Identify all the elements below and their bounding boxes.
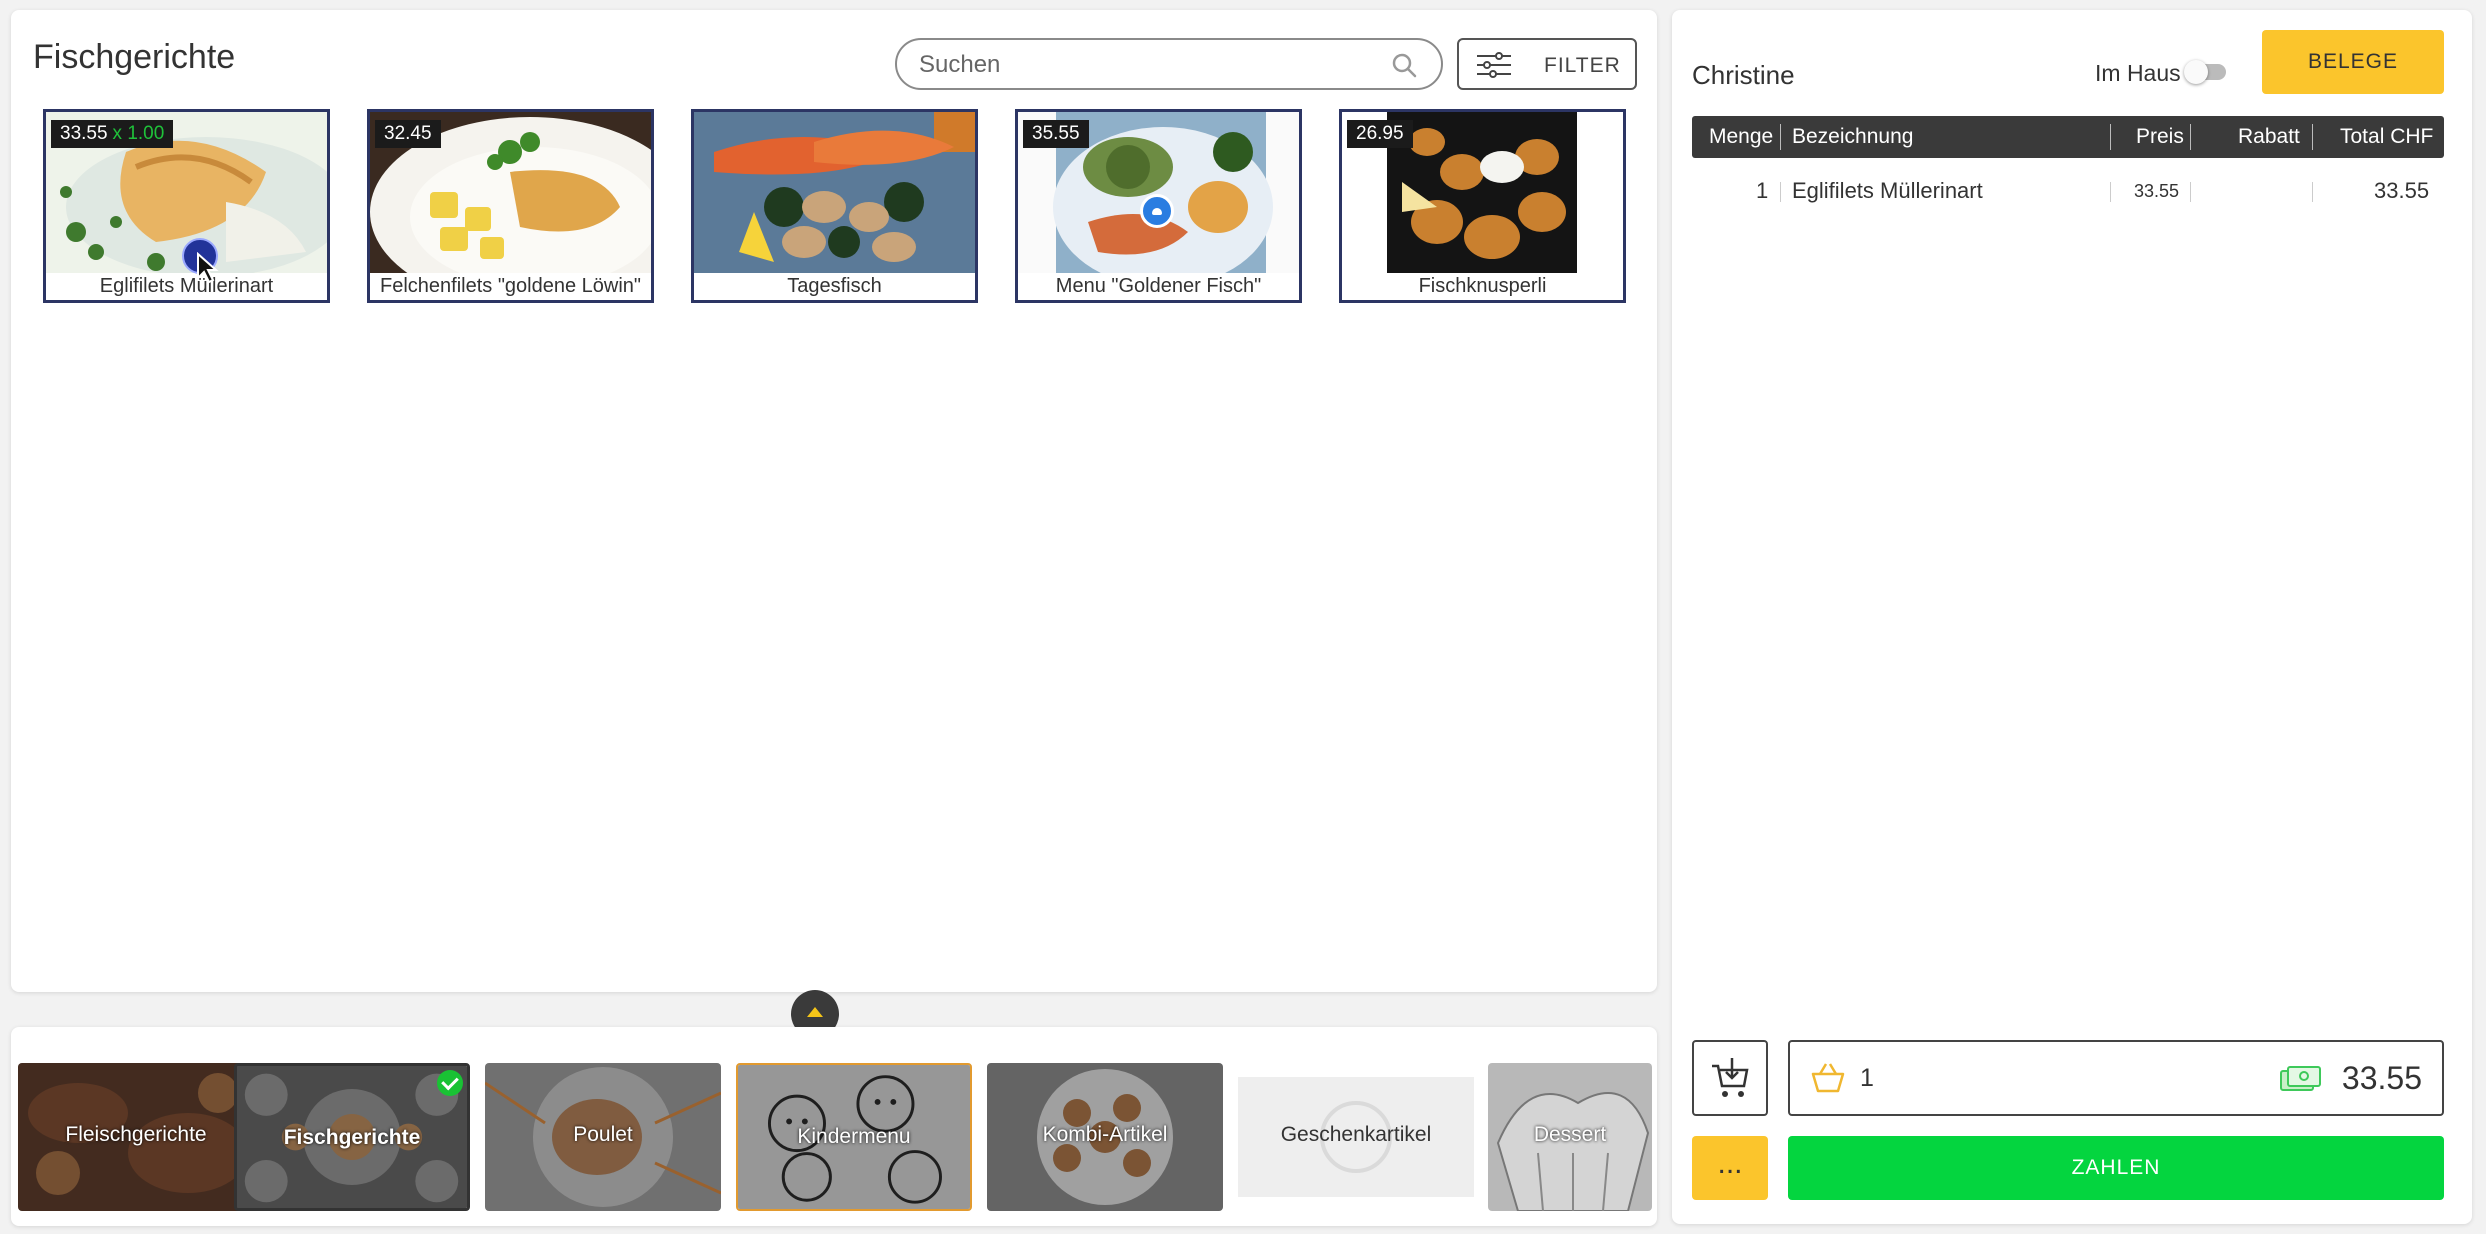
category-fischgerichte[interactable]: Fischgerichte <box>234 1063 470 1211</box>
item-count: 1 <box>1860 1064 1874 1092</box>
more-options-button[interactable]: ... <box>1692 1136 1768 1200</box>
category-poulet[interactable]: Poulet <box>485 1063 721 1211</box>
price-badge: 33.55 x 1.00 <box>51 120 174 148</box>
pay-button[interactable]: ZAHLEN <box>1788 1136 2444 1200</box>
mouse-cursor-icon <box>197 252 219 284</box>
filter-button[interactable]: FILTER <box>1457 38 1637 90</box>
product-tile[interactable]: 32.45 Felchenfilets "goldene Löwin" <box>367 109 654 303</box>
cart-download-button[interactable] <box>1692 1040 1768 1116</box>
column-header-menge: Menge <box>1709 125 1774 148</box>
money-icon <box>2280 1066 2321 1091</box>
category-label: Geschenkartikel <box>1280 1123 1432 1146</box>
category-geschenkartikel[interactable]: Geschenkartikel <box>1238 1063 1474 1211</box>
product-name: Menu "Goldener Fisch" <box>1055 275 1262 297</box>
category-fleischgerichte[interactable]: Fleischgerichte <box>18 1063 254 1211</box>
order-line[interactable]: 1 Eglifilets Müllerinart 33.55 33.55 <box>1692 170 2444 214</box>
check-icon <box>437 1070 463 1096</box>
basket-icon <box>1811 1063 1845 1093</box>
in-house-toggle[interactable] <box>2184 60 2226 84</box>
column-header-total: Total CHF <box>2340 125 2434 148</box>
info-icon[interactable] <box>1140 194 1174 228</box>
search-box[interactable] <box>895 38 1443 90</box>
category-label: Fleischgerichte <box>65 1123 207 1146</box>
search-input[interactable] <box>917 48 1381 82</box>
price-badge: 35.55 <box>1023 120 1089 148</box>
product-name: Fischknusperli <box>1418 275 1547 297</box>
product-tile[interactable]: 33.55 x 1.00 Eglifilets Müllerinart <box>43 109 330 303</box>
product-tile[interactable]: 35.55 Menu "Goldener Fisch" <box>1015 109 1302 303</box>
line-menge: 1 <box>1756 178 1769 203</box>
in-house-label: Im Haus <box>2095 60 2181 86</box>
category-dessert[interactable]: Dessert <box>1488 1063 1652 1211</box>
customer-name[interactable]: Christine <box>1692 60 1795 91</box>
belege-button[interactable]: BELEGE <box>2262 30 2444 94</box>
product-name: Felchenfilets "goldene Löwin" <box>379 275 642 297</box>
price-badge: 32.45 <box>375 120 441 148</box>
line-bezeichnung: Eglifilets Müllerinart <box>1792 178 1983 203</box>
line-total: 33.55 <box>2374 178 2430 203</box>
product-tile[interactable]: Tagesfisch <box>691 109 978 303</box>
order-total: 33.55 <box>2341 1060 2422 1096</box>
product-name: Tagesfisch <box>787 275 882 297</box>
column-header-rabatt: Rabatt <box>2238 125 2300 148</box>
product-panel: Fischgerichte FILTER 3 <box>11 10 1657 992</box>
category-label: Fischgerichte <box>283 1126 421 1149</box>
column-header-preis: Preis <box>2136 125 2184 148</box>
order-table-header: Menge Bezeichnung Preis Rabatt Total CHF <box>1692 116 2444 158</box>
product-tile[interactable]: 26.95 Fischknusperli <box>1339 109 1626 303</box>
price-badge: 26.95 <box>1347 120 1413 148</box>
category-label: Poulet <box>573 1123 633 1146</box>
order-summary: 1 33.55 <box>1788 1040 2444 1116</box>
category-kindermenu[interactable]: Kindermenu <box>736 1063 972 1211</box>
quantity-indicator: x 1.00 <box>112 123 165 144</box>
filter-sliders-icon <box>1477 52 1511 78</box>
category-label: Kombi-Artikel <box>1042 1123 1168 1146</box>
page-title: Fischgerichte <box>33 38 236 76</box>
product-image <box>694 112 975 273</box>
search-icon[interactable] <box>1391 52 1417 78</box>
filter-label: FILTER <box>1544 54 1621 77</box>
category-label: Kindermenu <box>797 1125 911 1148</box>
cart-download-icon <box>1712 1058 1749 1097</box>
column-header-bezeichnung: Bezeichnung <box>1792 125 1914 148</box>
category-kombi-artikel[interactable]: Kombi-Artikel <box>987 1063 1223 1211</box>
order-panel: Christine Im Haus BELEGE Menge Bezeichnu… <box>1672 10 2472 1224</box>
line-preis: 33.55 <box>2134 181 2180 201</box>
product-name: Eglifilets Müllerinart <box>99 275 274 297</box>
category-label: Dessert <box>1533 1123 1607 1146</box>
